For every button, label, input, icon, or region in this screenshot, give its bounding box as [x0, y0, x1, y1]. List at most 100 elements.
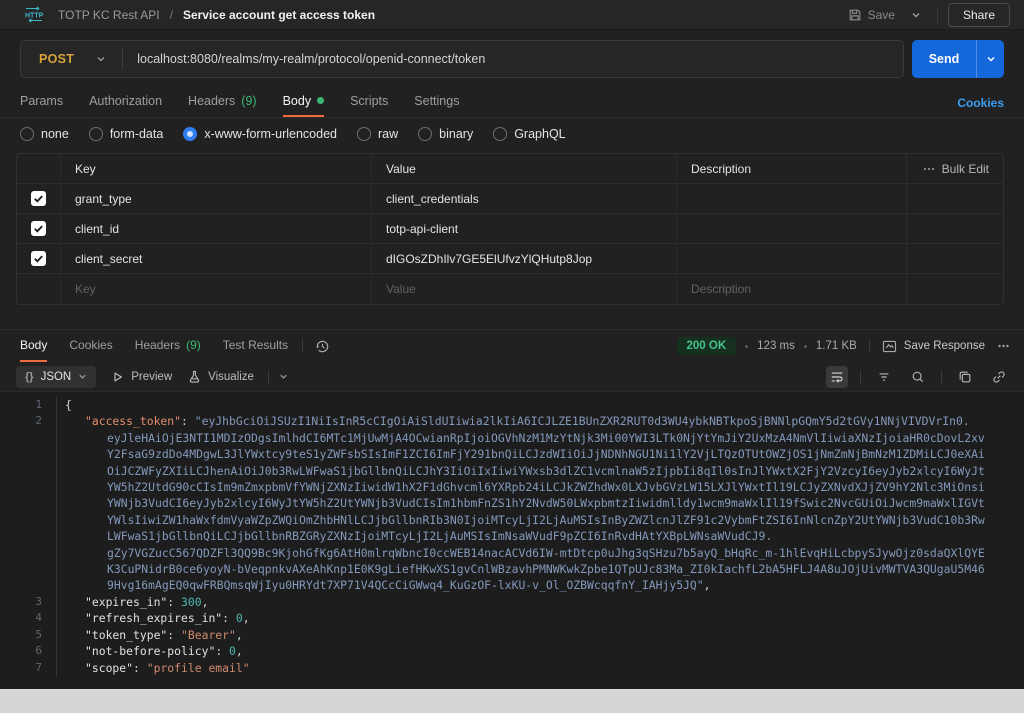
copy-button[interactable] [954, 366, 976, 388]
response-tabs: Body Cookies Headers(9) Test Results [20, 330, 288, 362]
save-button[interactable]: Save [842, 4, 901, 26]
body-type-x-www-form-urlencoded[interactable]: x-www-form-urlencoded [183, 127, 337, 141]
filter-button[interactable] [873, 366, 895, 388]
save-label: Save [868, 8, 895, 22]
cookies-link[interactable]: Cookies [957, 96, 1004, 110]
response-more-actions-button[interactable] [997, 344, 1010, 348]
code-content: OiJCZWFyZXIiLCJhenAiOiJ0b3RwLWFwaS1jbGll… [56, 463, 1024, 479]
radio-selected-icon [183, 127, 197, 141]
code-token: "Bearer" [181, 628, 236, 642]
body-type-none[interactable]: none [20, 127, 69, 141]
bulk-edit-button[interactable]: Bulk Edit [942, 162, 989, 176]
code-content: "access_token": "eyJhbGciOiJSUzI1NiIsInR… [56, 413, 1024, 429]
divider [302, 339, 303, 353]
share-button[interactable]: Share [948, 3, 1010, 27]
checkbox-checked[interactable] [31, 221, 46, 236]
tab-body[interactable]: Body [283, 88, 325, 117]
tab-scripts[interactable]: Scripts [350, 88, 388, 117]
response-tab-cookies[interactable]: Cookies [69, 330, 112, 362]
preview-button[interactable]: Preview [112, 371, 172, 383]
code-token: "scope" [85, 661, 133, 675]
param-value-cell[interactable]: client_credentials [372, 184, 677, 213]
body-type-binary[interactable]: binary [418, 127, 473, 141]
tab-headers[interactable]: Headers(9) [188, 88, 257, 117]
param-key-cell[interactable]: grant_type [61, 184, 372, 213]
response-format-dropdown[interactable]: {} JSON [16, 366, 96, 388]
description-column-header: Description [677, 154, 907, 183]
response-panel: Body Cookies Headers(9) Test Results 200 OK… [0, 329, 1024, 689]
param-value-cell[interactable]: dIGOsZDhIlv7GE5ElUfvzYlQHutp8Jop [372, 244, 677, 273]
preview-label: Preview [131, 371, 172, 383]
svg-text:HTTP: HTTP [25, 13, 44, 20]
line-number: 7 [0, 660, 56, 676]
divider [937, 7, 938, 23]
body-type-raw[interactable]: raw [357, 127, 398, 141]
param-description-input[interactable]: Description [677, 274, 907, 304]
line-number [0, 495, 56, 511]
code-token: , [202, 595, 209, 609]
tab-settings[interactable]: Settings [414, 88, 459, 117]
tab-label: Test Results [223, 338, 288, 352]
radio-icon [357, 127, 371, 141]
code-content: "not-before-policy": 0, [56, 643, 1024, 659]
response-time[interactable]: 123 ms [757, 340, 795, 352]
response-size[interactable]: 1.71 KB [816, 340, 857, 352]
radio-label: GraphQL [514, 127, 565, 141]
save-options-button[interactable] [905, 6, 927, 24]
search-button[interactable] [907, 366, 929, 388]
save-response-button[interactable]: Save Response [882, 340, 985, 353]
param-value-input[interactable]: Value [372, 274, 677, 304]
response-tab-headers[interactable]: Headers(9) [135, 330, 201, 362]
param-description-cell[interactable] [677, 214, 907, 243]
code-line: eyJleHAiOjE3NTI1MDIzODgsImlhdCI6MTc1MjUw… [0, 430, 1024, 446]
param-description-cell[interactable] [677, 184, 907, 213]
viewer-options-button[interactable] [279, 372, 288, 381]
divider [869, 339, 870, 353]
checkbox-checked[interactable] [31, 191, 46, 206]
line-number [0, 512, 56, 528]
status-badge[interactable]: 200 OK [677, 337, 737, 355]
link-button[interactable] [988, 366, 1010, 388]
code-content: 9Hvg16mAgEQ0qwFRBQmsqWjIyu0HRYdt7XP71V4Q… [56, 577, 1024, 593]
tab-label: Body [283, 94, 312, 108]
response-history-button[interactable] [315, 339, 330, 354]
send-options-button[interactable] [976, 40, 1004, 78]
radio-label: raw [378, 127, 398, 141]
code-token: 9Hvg16mAgEQ0qwFRBQmsqWjIyu0HRYdt7XP71V4Q… [107, 578, 704, 592]
visualize-button[interactable]: Visualize [188, 370, 254, 383]
tab-authorization[interactable]: Authorization [89, 88, 162, 117]
body-type-options: none form-data x-www-form-urlencoded raw bin… [0, 118, 1024, 149]
filter-icon [877, 370, 891, 384]
param-key-input[interactable]: Key [61, 274, 372, 304]
param-value-cell[interactable]: totp-api-client [372, 214, 677, 243]
code-line: 9Hvg16mAgEQ0qwFRBQmsqWjIyu0HRYdt7XP71V4Q… [0, 577, 1024, 593]
code-token: eyJleHAiOjE3NTI1MDIzODgsImlhdCI6MTc1MjUw… [107, 431, 985, 445]
send-button[interactable]: Send [912, 40, 976, 78]
wrap-text-button[interactable] [826, 366, 848, 388]
response-tab-body[interactable]: Body [20, 330, 47, 362]
body-type-form-data[interactable]: form-data [89, 127, 164, 141]
param-row-client-secret: client_secretdIGOsZDhIlv7GE5ElUfvzYlQHut… [17, 244, 1003, 274]
breadcrumb-collection[interactable]: TOTP KC Rest API [58, 8, 160, 22]
checkbox-checked[interactable] [31, 251, 46, 266]
code-content: "expires_in": 300, [56, 594, 1024, 610]
play-icon [112, 371, 124, 383]
param-key-cell[interactable]: client_id [61, 214, 372, 243]
breadcrumb-request-name[interactable]: Service account get access token [183, 8, 375, 22]
method-selector[interactable]: POST [21, 41, 122, 77]
row-actions-cell [907, 244, 1003, 273]
response-body-code[interactable]: 1{2"access_token": "eyJhbGciOiJSUzI1NiIs… [0, 392, 1024, 689]
line-number [0, 430, 56, 446]
tab-count-badge: (9) [186, 338, 201, 352]
response-tab-test-results[interactable]: Test Results [223, 330, 288, 362]
url-input[interactable] [123, 41, 903, 77]
body-type-graphql[interactable]: GraphQL [493, 127, 565, 141]
code-line: Y2FsaG9zdDo4MDgwL3JlYWxtcy9teS1yZWFsbSIs… [0, 446, 1024, 462]
tab-params[interactable]: Params [20, 88, 63, 117]
param-description-cell[interactable] [677, 244, 907, 273]
request-tabs-row: Params Authorization Headers(9) Body Scripts… [0, 88, 1024, 118]
code-line: 4"refresh_expires_in": 0, [0, 610, 1024, 626]
param-key-cell[interactable]: client_secret [61, 244, 372, 273]
code-token: "expires_in" [85, 595, 167, 609]
window-bottom-edge [0, 689, 1024, 713]
